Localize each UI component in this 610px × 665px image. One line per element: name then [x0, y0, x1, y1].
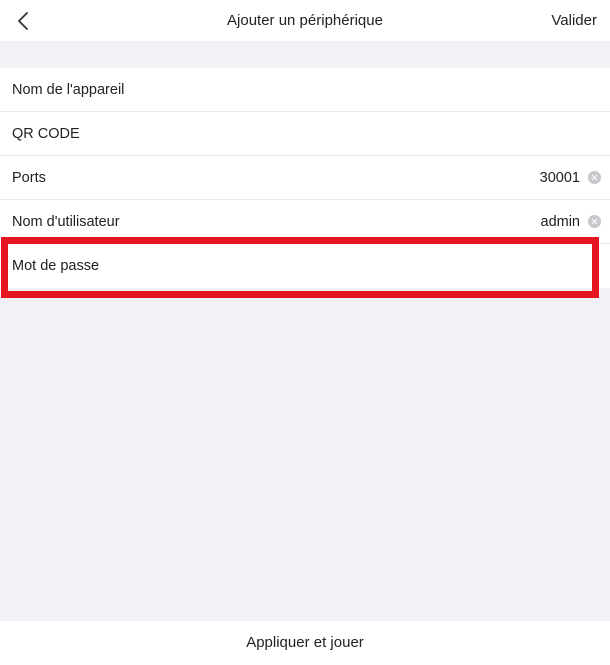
ports-field[interactable]: Ports 30001 — [0, 156, 610, 200]
ports-value[interactable]: 30001 — [540, 170, 580, 186]
field-label: Mot de passe — [12, 258, 100, 274]
field-label: Nom d'utilisateur — [12, 213, 120, 230]
field-label: Nom de l'appareil — [12, 81, 125, 98]
password-field[interactable]: Mot de passe — [0, 244, 610, 288]
device-name-field[interactable]: Nom de l'appareil — [0, 68, 610, 112]
field-label: Ports — [12, 169, 46, 186]
field-label: QR CODE — [12, 125, 80, 142]
qr-code-field[interactable]: QR CODE — [0, 112, 610, 156]
clear-icon[interactable] — [588, 215, 601, 228]
apply-and-play-button[interactable]: Appliquer et jouer — [0, 621, 610, 665]
validate-button[interactable]: Valider — [551, 0, 597, 41]
page-title: Ajouter un périphérique — [227, 12, 383, 29]
header-bar: Ajouter un périphérique Valider — [0, 0, 610, 41]
back-button[interactable] — [10, 8, 36, 34]
username-value[interactable]: admin — [541, 214, 581, 230]
clear-icon[interactable] — [588, 171, 601, 184]
device-form: Nom de l'appareil QR CODE Ports 30001 No… — [0, 68, 610, 288]
chevron-left-icon — [18, 12, 28, 30]
username-field[interactable]: Nom d'utilisateur admin — [0, 200, 610, 244]
